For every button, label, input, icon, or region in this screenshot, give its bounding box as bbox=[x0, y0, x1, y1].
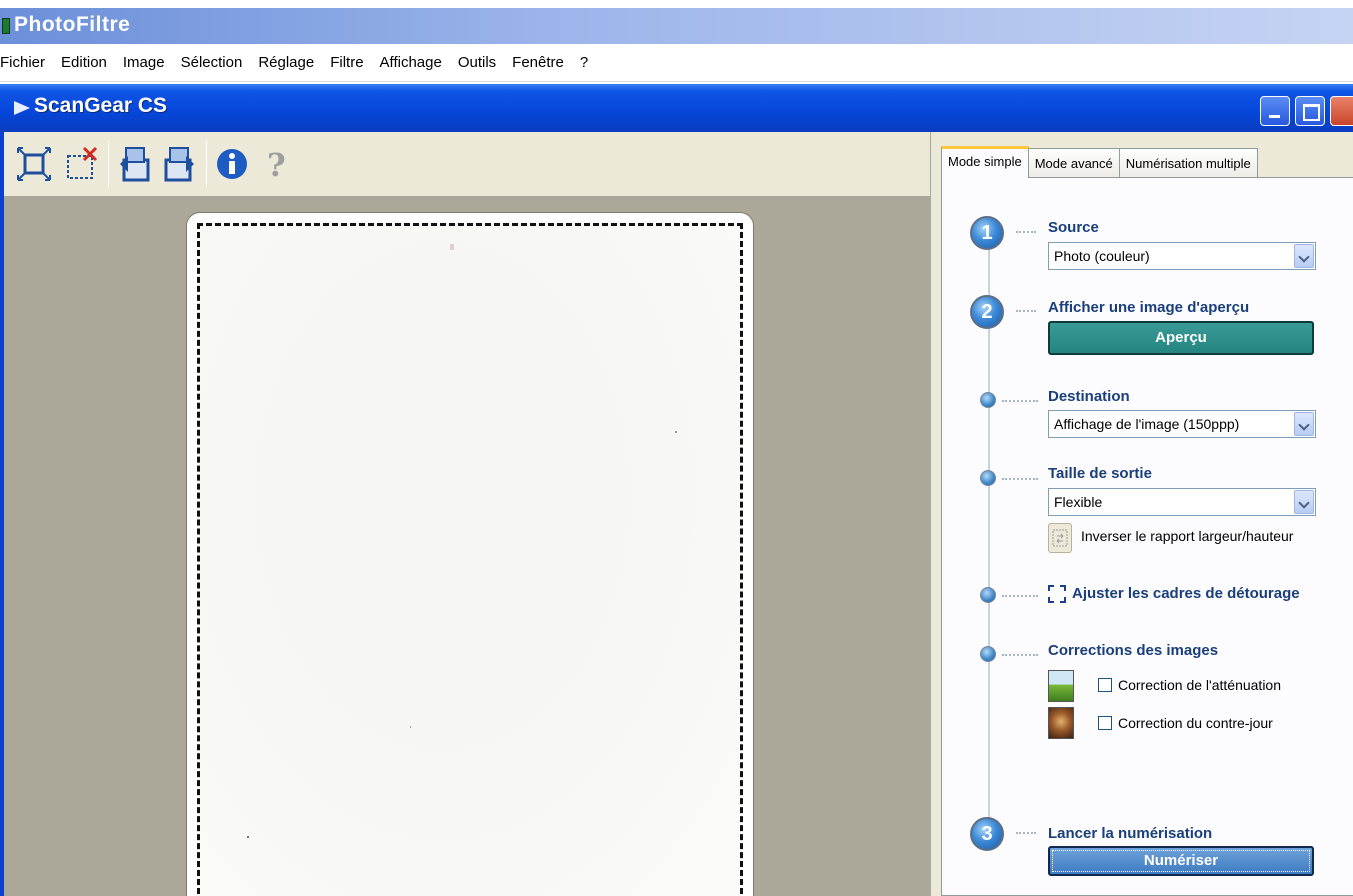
step-2-connector bbox=[1016, 310, 1036, 312]
chevron-down-icon[interactable] bbox=[1294, 412, 1314, 436]
preview-title: Afficher une image d'aperçu bbox=[1048, 299, 1250, 316]
step-3-circle: 3 bbox=[970, 817, 1004, 851]
settings-panel-overlay: 1 Source Photo (couleur) 2 Afficher une … bbox=[930, 0, 1353, 896]
backlight-correction-label: Correction du contre-jour bbox=[1118, 715, 1273, 731]
scangear-app-icon bbox=[14, 101, 30, 115]
apercu-button[interactable]: Aperçu bbox=[1048, 321, 1314, 355]
menu-outils[interactable]: Outils bbox=[450, 54, 504, 71]
menu-filtre[interactable]: Filtre bbox=[322, 54, 371, 71]
chevron-down-icon[interactable] bbox=[1294, 244, 1314, 268]
menu-image[interactable]: Image bbox=[115, 54, 173, 71]
settings-panel-controls: 1 Source Photo (couleur) 2 Afficher une … bbox=[930, 0, 1353, 896]
destination-select[interactable]: Affichage de l'image (150ppp) bbox=[1048, 410, 1316, 438]
menu-affichage[interactable]: Affichage bbox=[372, 54, 450, 71]
source-title: Source bbox=[1048, 219, 1099, 236]
toolbar-separator bbox=[206, 140, 207, 186]
corrections-title: Corrections des images bbox=[1048, 642, 1219, 659]
photofiltre-app-icon bbox=[2, 18, 10, 34]
app-title: PhotoFiltre bbox=[14, 13, 131, 36]
source-select[interactable]: Photo (couleur) bbox=[1048, 242, 1316, 270]
preview-area bbox=[4, 196, 930, 896]
backlight-correction-checkbox[interactable] bbox=[1098, 716, 1112, 730]
numeriser-button[interactable]: Numériser bbox=[1048, 846, 1314, 876]
fading-correction-checkbox[interactable] bbox=[1098, 678, 1112, 692]
crop-frames-title[interactable]: Ajuster les cadres de détourage bbox=[1072, 585, 1300, 602]
swap-aspect-icon bbox=[1052, 529, 1068, 547]
info-icon[interactable] bbox=[212, 140, 252, 188]
output-size-connector bbox=[1002, 478, 1038, 480]
destination-bullet bbox=[980, 392, 996, 408]
crop-frames-connector bbox=[1002, 595, 1038, 597]
swap-aspect-ratio-button[interactable] bbox=[1048, 523, 1072, 553]
scan-title: Lancer la numérisation bbox=[1048, 825, 1213, 842]
step-1-circle: 1 bbox=[970, 216, 1004, 250]
dialog-title: ScanGear CS bbox=[34, 94, 168, 117]
swap-aspect-label: Inverser le rapport largeur/hauteur bbox=[1081, 528, 1294, 544]
crop-frames-bullet bbox=[980, 587, 996, 603]
image-speck bbox=[675, 431, 677, 433]
crop-frame-icon[interactable] bbox=[1048, 585, 1066, 603]
toolbar-separator bbox=[108, 140, 109, 186]
destination-value: Affichage de l'image (150ppp) bbox=[1054, 416, 1240, 432]
menu-reglage[interactable]: Réglage bbox=[250, 54, 322, 71]
output-size-select[interactable]: Flexible bbox=[1048, 488, 1316, 516]
preview-image-with-crop-frame[interactable] bbox=[197, 223, 743, 896]
menu-fenetre[interactable]: Fenêtre bbox=[504, 54, 572, 71]
preview-toolbar: ? bbox=[4, 132, 930, 196]
image-speck bbox=[410, 726, 411, 728]
menu-help[interactable]: ? bbox=[572, 54, 596, 71]
source-value: Photo (couleur) bbox=[1054, 248, 1150, 264]
step-2-circle: 2 bbox=[970, 295, 1004, 329]
corrections-bullet bbox=[980, 646, 996, 662]
fading-correction-thumbnail bbox=[1048, 670, 1074, 702]
clear-crop-icon[interactable] bbox=[62, 140, 102, 188]
menu-selection[interactable]: Sélection bbox=[173, 54, 251, 71]
destination-connector bbox=[1002, 400, 1038, 402]
scanner-platen bbox=[186, 212, 754, 896]
rotate-right-icon[interactable] bbox=[160, 140, 200, 188]
backlight-correction-thumbnail bbox=[1048, 707, 1074, 739]
destination-title: Destination bbox=[1048, 388, 1130, 405]
output-size-title: Taille de sortie bbox=[1048, 465, 1152, 482]
menu-fichier[interactable]: Fichier bbox=[0, 54, 53, 71]
workflow-line bbox=[988, 240, 990, 840]
step-3-connector bbox=[1016, 832, 1036, 834]
help-icon[interactable]: ? bbox=[256, 140, 296, 188]
crop-icon[interactable] bbox=[14, 140, 54, 188]
tab-mode-simple[interactable]: Mode simple bbox=[941, 146, 1029, 178]
output-size-bullet bbox=[980, 470, 996, 486]
rotate-left-icon[interactable] bbox=[114, 140, 154, 188]
image-speck bbox=[247, 836, 249, 838]
corrections-connector bbox=[1002, 654, 1038, 656]
svg-text:?: ? bbox=[267, 146, 286, 182]
chevron-down-icon[interactable] bbox=[1294, 490, 1314, 514]
step-1-connector bbox=[1016, 231, 1036, 233]
menu-edition[interactable]: Edition bbox=[53, 54, 115, 71]
output-size-value: Flexible bbox=[1054, 494, 1103, 510]
fading-correction-label: Correction de l'atténuation bbox=[1118, 677, 1281, 693]
image-speck bbox=[450, 244, 454, 250]
